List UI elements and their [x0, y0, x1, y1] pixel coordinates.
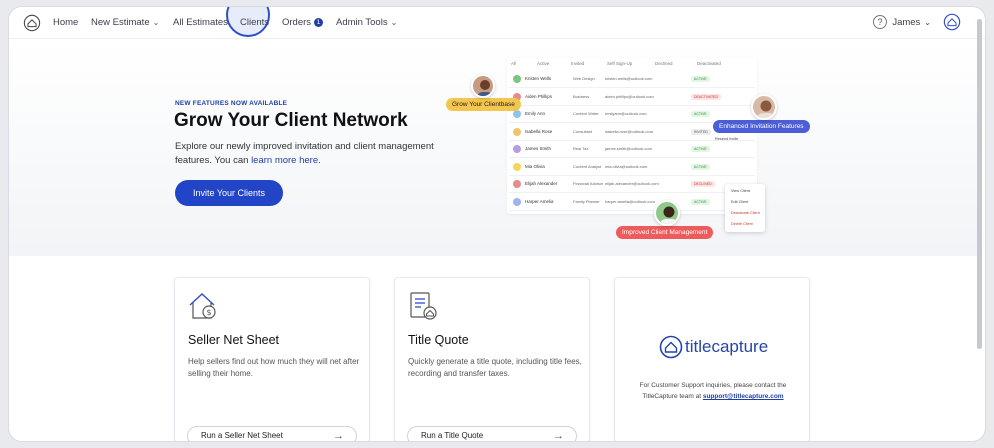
status-badge: ACTIVE [691, 76, 710, 82]
hero-title: Grow Your Client Network [174, 110, 408, 131]
status-badge: DECLINED [691, 181, 715, 187]
table-row: Aiden Phillips Business aiden.phillips@out… [509, 89, 755, 106]
client-email: kristen.wells@outlook.com [605, 76, 653, 81]
help-icon[interactable]: ? [873, 15, 887, 29]
client-name: Elijah Alexander [525, 181, 558, 186]
nav-clients[interactable]: Clients [240, 7, 269, 39]
invite-clients-button[interactable]: Invite Your Clients [175, 180, 283, 206]
avatar [751, 94, 777, 120]
client-role: Real Tax [573, 146, 589, 151]
svg-text:$: $ [206, 308, 211, 317]
client-email: mia.olivia@outlook.com [605, 163, 648, 169]
titlecapture-brand: titlecapture [685, 337, 769, 356]
nav-admin-tools[interactable]: Admin Tools ⌄ [336, 7, 397, 39]
client-table-illustration: All Active Invited Self Sign-Up Declined… [507, 58, 757, 214]
table-row: James Smith Real Tax james.smith@outlook.c… [509, 141, 755, 158]
support-card: titlecapture For Customer Support inquir… [614, 277, 810, 441]
client-name: Isabella Rose [525, 128, 553, 134]
client-name: Kristen Wells [525, 76, 552, 81]
seller-net-sheet-card[interactable]: $ Seller Net Sheet Help sellers find out… [174, 277, 370, 442]
orders-count-badge: 1 [314, 18, 324, 27]
client-name: Emily Ann [525, 111, 546, 116]
support-text: For Customer Support inquiries, please c… [639, 382, 787, 400]
avatar [513, 145, 521, 153]
client-role: Web Design [573, 76, 595, 81]
table-row: Elijah Alexander Financial Advisor elijah.… [509, 176, 755, 193]
improved-management-pill: Improved Client Management [616, 226, 714, 239]
client-role: Business [573, 93, 590, 99]
client-email: emilyann@outlook.com [605, 111, 647, 116]
client-role: Content Writer [573, 111, 599, 116]
titlecapture-logo-icon [659, 335, 683, 359]
avatar [513, 197, 521, 206]
grow-clientbase-pill: Grow Your Clientbase [446, 98, 521, 111]
titlecapture-logo-icon[interactable] [23, 14, 41, 32]
card-description: Quickly generate a title quote, includin… [408, 357, 582, 378]
enhanced-invitation-pill: Enhanced Invitation Features [713, 120, 810, 133]
nav-all-estimates[interactable]: All Estimates [173, 7, 228, 39]
chevron-down-icon: ⌄ [152, 18, 160, 27]
run-title-quote-button[interactable]: Run a Title Quote → [407, 426, 577, 442]
client-name: Aiden Phillips [525, 93, 553, 99]
top-nav: Home New Estimate ⌄ All Estimates Clients… [9, 7, 985, 39]
status-badge: ACTIVE [691, 163, 710, 170]
arrow-right-icon: → [333, 430, 344, 442]
run-seller-net-sheet-button[interactable]: Run a Seller Net Sheet → [187, 426, 357, 442]
avatar [471, 74, 495, 98]
mock-tabs: All Active Invited Self Sign-Up Declined… [511, 61, 721, 66]
person-icon [477, 80, 493, 96]
company-logo-icon[interactable] [943, 13, 961, 31]
app-window: Home New Estimate ⌄ All Estimates Clients… [8, 6, 986, 442]
client-role: Consultant [573, 128, 593, 134]
client-name: James Smith [525, 146, 552, 151]
title-quote-card[interactable]: Title Quote Quickly generate a title quo… [394, 277, 590, 442]
client-role: Content Analyst [573, 163, 602, 169]
person-icon [660, 206, 678, 224]
support-email-link[interactable]: support@titlecapture.com [703, 393, 784, 400]
status-badge: ACTIVE [691, 111, 710, 117]
avatar [513, 180, 521, 188]
person-icon [757, 100, 775, 118]
learn-more-link[interactable]: learn more here [251, 155, 318, 166]
scrollbar[interactable] [977, 19, 982, 349]
arrow-right-icon: → [553, 430, 564, 442]
hero-eyebrow: NEW FEATURES NOW AVAILABLE [175, 100, 288, 107]
client-name: Harper Amelia [525, 198, 554, 204]
client-email: james.smith@outlook.com [605, 146, 652, 151]
client-email: isabella.rose@outlook.com [605, 128, 654, 134]
user-menu[interactable]: James ⌄ [892, 7, 931, 39]
avatar [513, 162, 521, 171]
avatar [513, 110, 521, 118]
client-role: Family Planner [573, 198, 600, 204]
client-email: aiden.phillips@outlook.com [605, 93, 654, 99]
nav-orders[interactable]: Orders 1 [282, 7, 324, 39]
status-badge: ACTIVE [691, 198, 710, 205]
avatar [513, 75, 521, 83]
hero-banner: NEW FEATURES NOW AVAILABLE Grow Your Cli… [9, 40, 977, 256]
table-row: Kristen Wells Web Design kristen.wells@out… [509, 71, 755, 88]
chevron-down-icon: ⌄ [390, 18, 398, 27]
hero-description: Explore our newly improved invitation an… [175, 141, 434, 166]
client-role: Financial Advisor [573, 181, 604, 186]
client-email: elijah.alexander@outlook.com [605, 181, 659, 186]
resend-invite-label: Resend Invite [715, 137, 739, 141]
client-context-menu: View Client Edit Client Deactivate Clien… [725, 184, 765, 232]
nav-home[interactable]: Home [53, 7, 78, 39]
client-name: Mia Olivia [525, 163, 545, 169]
client-email: harper.amelia@outlook.com [605, 198, 655, 204]
card-title: Seller Net Sheet [188, 333, 280, 347]
avatar [654, 200, 680, 226]
chevron-down-icon: ⌄ [924, 18, 931, 27]
card-title: Title Quote [408, 333, 469, 347]
house-dollar-icon: $ [189, 293, 216, 319]
nav-new-estimate[interactable]: New Estimate ⌄ [91, 7, 159, 39]
table-row: Harper Amelia Family Planner harper.amelia… [509, 194, 755, 211]
table-row: Mia Olivia Content Analyst mia.olivia@outl… [509, 159, 755, 176]
status-badge: DEACTIVATED [691, 93, 721, 100]
avatar [513, 127, 521, 136]
status-badge: INVITED [691, 128, 711, 135]
status-badge: ACTIVE [691, 146, 710, 152]
document-house-icon [410, 292, 437, 320]
card-description: Help sellers find out how much they will… [188, 357, 360, 378]
